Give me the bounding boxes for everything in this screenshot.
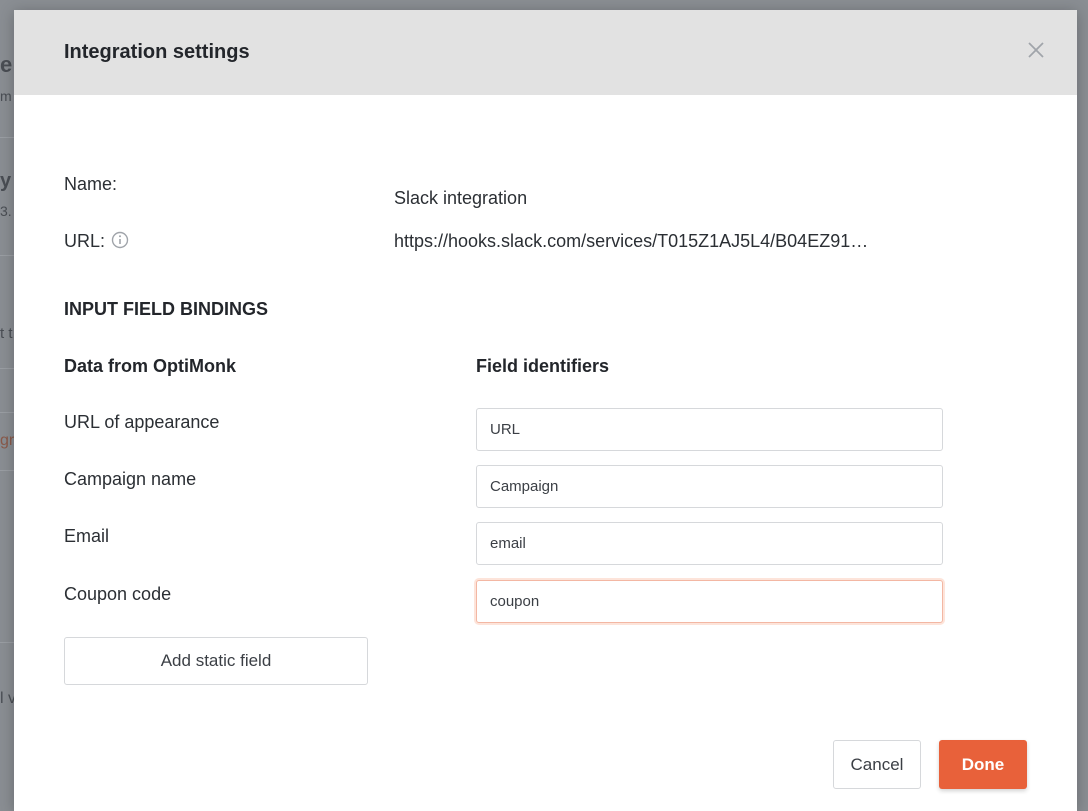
bg-fragment: t t — [0, 325, 13, 342]
source-label-url: URL of appearance — [64, 412, 220, 432]
close-icon — [1028, 42, 1044, 58]
bg-fragment: y — [0, 170, 12, 192]
bg-divider — [0, 137, 14, 138]
bg-fragment: gr — [0, 432, 15, 449]
identifier-input-campaign[interactable] — [476, 465, 943, 508]
info-icon[interactable] — [111, 231, 129, 249]
bg-fragment: e — [0, 52, 13, 77]
modal-header: Integration settings — [14, 10, 1077, 95]
add-static-field-button[interactable]: Add static field — [64, 637, 368, 685]
source-label-email: Email — [64, 526, 110, 546]
identifier-input-url[interactable] — [476, 408, 943, 451]
bg-divider — [0, 412, 14, 413]
column-header-identifier: Field identifiers — [476, 356, 610, 376]
bg-divider — [0, 642, 14, 643]
column-header-source: Data from OptiMonk — [64, 356, 237, 376]
section-title: INPUT FIELD BINDINGS — [64, 299, 269, 319]
close-button[interactable] — [1025, 39, 1047, 61]
bg-divider — [0, 255, 14, 256]
identifier-input-coupon[interactable] — [476, 580, 943, 623]
name-value: Slack integration — [394, 188, 528, 208]
url-label: URL: — [64, 231, 106, 251]
bg-divider — [0, 470, 14, 471]
modal-title: Integration settings — [64, 41, 250, 63]
done-button[interactable]: Done — [939, 740, 1027, 789]
integration-settings-modal: Integration settings Name: Slack integra… — [14, 10, 1077, 811]
bg-fragment: m — [0, 88, 12, 104]
cancel-button[interactable]: Cancel — [833, 740, 921, 789]
bg-fragment: 3. — [0, 203, 12, 219]
identifier-input-email[interactable] — [476, 522, 943, 565]
name-label: Name: — [64, 174, 118, 194]
source-label-campaign: Campaign name — [64, 469, 197, 489]
bg-divider — [0, 368, 14, 369]
source-label-coupon: Coupon code — [64, 584, 172, 604]
url-value: https://hooks.slack.com/services/T015Z1A… — [394, 231, 869, 251]
